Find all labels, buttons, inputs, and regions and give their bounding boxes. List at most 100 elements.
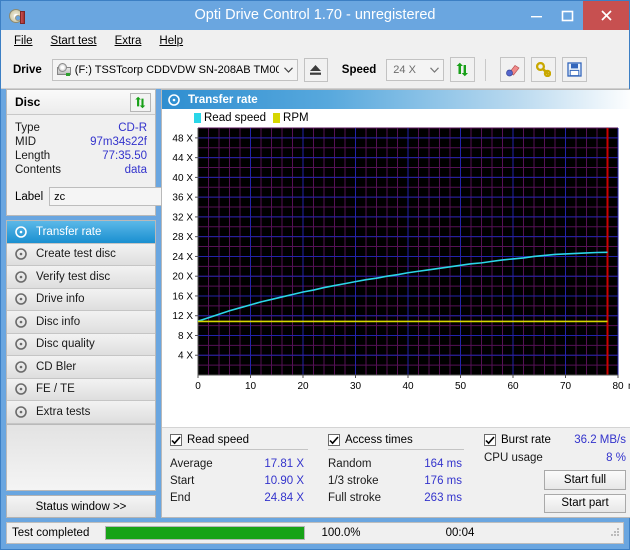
disc-mid-key: MID [15, 136, 37, 148]
eject-button[interactable] [303, 57, 328, 82]
third-stroke-value: 176 ms [424, 474, 462, 487]
divider [328, 449, 464, 450]
stat-row-start: Start 10.90 X [170, 472, 328, 489]
access-times-stats: Access times Random 164 ms 1/3 stroke 17… [328, 434, 484, 513]
disc-type-key: Type [15, 122, 40, 134]
right-column: Transfer rate Read speed RPM 4 X8 X 12 X1… [161, 89, 630, 518]
svg-text:30: 30 [350, 381, 362, 392]
sidebar-item-fe-te[interactable]: FE / TE [7, 378, 155, 401]
disc-row-mid: MID 97m34s22f [15, 135, 147, 149]
svg-text:20 X: 20 X [172, 272, 193, 283]
svg-text:20: 20 [297, 381, 309, 392]
disc-label-row: Label [7, 182, 223, 215]
access-times-checkbox-row[interactable]: Access times [328, 434, 484, 449]
menu-start-test-label: Start test [50, 34, 97, 47]
disc-icon [15, 225, 30, 238]
svg-text:24 X: 24 X [172, 252, 193, 263]
menu-help[interactable]: Help [155, 33, 193, 49]
speed-select-value: 24 X [393, 63, 416, 76]
save-button[interactable] [562, 57, 588, 82]
burst-rate-value: 36.2 MB/s [574, 434, 626, 446]
average-key: Average [170, 457, 213, 470]
disc-type-value: CD-R [118, 122, 147, 134]
sidebar-item-label: FE / TE [36, 383, 75, 396]
stats-panel: Read speed Average 17.81 X Start 10.90 X… [162, 427, 630, 517]
access-times-checkbox[interactable] [328, 434, 340, 446]
disc-icon [15, 360, 30, 373]
svg-text:10: 10 [245, 381, 257, 392]
speed-label: Speed [341, 63, 377, 76]
drive-label: Drive [13, 63, 42, 76]
sidebar-item-disc-quality[interactable]: Disc quality [7, 333, 155, 356]
cpu-usage-value: 8 % [606, 451, 626, 464]
full-stroke-value: 263 ms [424, 491, 462, 504]
full-stroke-key: Full stroke [328, 491, 382, 504]
disc-panel-title: Disc [15, 95, 41, 109]
drive-select-value: (F:) TSSTcorp CDDVDW SN-208AB TM00 [74, 63, 280, 76]
burst-rate-checkbox[interactable] [484, 434, 496, 446]
svg-text:16 X: 16 X [172, 291, 193, 302]
sidebar-item-label: Disc info [36, 315, 81, 328]
drive-icon [56, 62, 71, 77]
chevron-down-icon [425, 66, 443, 73]
chart-canvas: 4 X 8 X 12 X 16 X 20 X 24 X 28 X 32 X 36 X 40 X 44… [172, 127, 630, 392]
random-value: 164 ms [424, 457, 462, 470]
drive-select[interactable]: (F:) TSSTcorp CDDVDW SN-208AB TM00 [51, 58, 298, 81]
save-icon [567, 62, 582, 77]
sidebar-item-cd-bler[interactable]: CD Bler [7, 356, 155, 379]
svg-text:8 X: 8 X [178, 331, 193, 342]
close-button[interactable] [583, 1, 629, 30]
maximize-button[interactable] [552, 1, 583, 30]
burst-rate-checkbox-label: Burst rate [501, 434, 551, 446]
menu-file[interactable]: File [10, 33, 43, 49]
svg-text:40 X: 40 X [172, 173, 193, 184]
start-part-button[interactable]: Start part [544, 493, 626, 513]
resize-grip-icon[interactable] [609, 526, 620, 540]
key-icon [536, 62, 552, 77]
svg-text:80: 80 [612, 381, 624, 392]
svg-text:44 X: 44 X [172, 153, 193, 164]
disc-icon [15, 248, 30, 261]
refresh-disc-button[interactable] [130, 92, 151, 112]
sidebar-item-create-test-disc[interactable]: Create test disc [7, 243, 155, 266]
svg-text:60: 60 [507, 381, 519, 392]
start-full-button[interactable]: Start full [544, 470, 626, 490]
eject-icon [310, 64, 322, 75]
svg-text:28 X: 28 X [172, 232, 193, 243]
drive-toolbar: Drive (F:) TSSTcorp CDDVDW SN-208AB TM00… [1, 51, 629, 89]
svg-text:12 X: 12 X [172, 311, 193, 322]
progress-percent-label: 100.0% [321, 527, 361, 539]
settings-key-button[interactable] [531, 57, 557, 82]
sidebar-item-disc-info[interactable]: Disc info [7, 311, 155, 334]
menu-bar: File Start test Extra Help [1, 30, 629, 51]
refresh-drive-button[interactable] [450, 57, 476, 82]
disc-row-contents: Contents data [15, 163, 147, 177]
erase-disc-button[interactable] [500, 57, 526, 82]
cd-disc-icon [8, 7, 28, 25]
sidebar-item-verify-test-disc[interactable]: Verify test disc [7, 266, 155, 289]
disc-icon [15, 293, 30, 306]
burst-rate-checkbox-row[interactable]: Burst rate 36.2 MB/s [484, 434, 626, 449]
sidebar-item-label: Disc quality [36, 338, 95, 351]
disc-panel: Disc Type CD-R MID 97m34s22f Length 77:3… [6, 89, 223, 216]
read-speed-checkbox-row[interactable]: Read speed [170, 434, 328, 449]
speed-select[interactable]: 24 X [386, 58, 445, 81]
read-speed-checkbox[interactable] [170, 434, 182, 446]
menu-extra[interactable]: Extra [111, 33, 152, 49]
app-window: Opti Drive Control 1.70 - unregistered F… [0, 0, 630, 550]
sidebar-item-transfer-rate[interactable]: Transfer rate [7, 221, 155, 244]
stat-row-end: End 24.84 X [170, 489, 328, 506]
disc-icon [15, 315, 30, 328]
sidebar-item-label: Drive info [36, 293, 85, 306]
panel-title: Transfer rate [188, 93, 258, 106]
status-window-button[interactable]: Status window >> [6, 495, 156, 518]
menu-start-test[interactable]: Start test [47, 33, 107, 49]
minimize-button[interactable] [521, 1, 552, 30]
toolbar-divider [485, 58, 487, 81]
sidebar-item-extra-tests[interactable]: Extra tests [7, 401, 155, 424]
refresh-icon [135, 96, 146, 108]
average-value: 17.81 X [264, 457, 304, 470]
sidebar-item-drive-info[interactable]: Drive info [7, 288, 155, 311]
window-controls [521, 1, 629, 30]
disc-info-rows: Type CD-R MID 97m34s22f Length 77:35.50 … [7, 115, 155, 182]
